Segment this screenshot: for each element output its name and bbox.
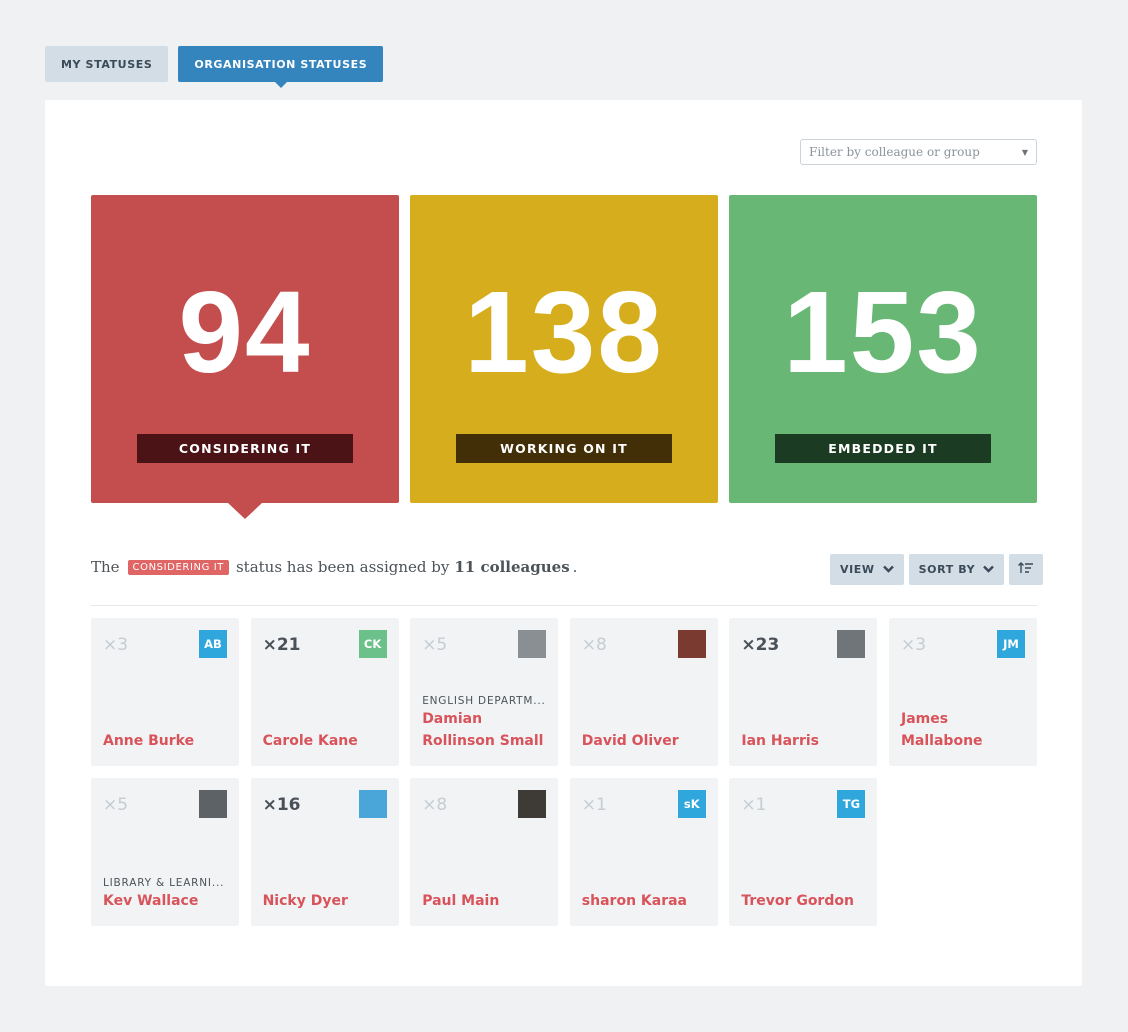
avatar <box>518 790 547 818</box>
summary-text: status has been assigned by <box>235 558 450 576</box>
colleague-count: 11 colleagues <box>454 558 570 576</box>
stat-working-on-it[interactable]: 138 WORKING ON IT <box>410 195 718 503</box>
sort-order-icon <box>1018 562 1034 577</box>
avatar: CK <box>358 630 387 658</box>
view-button[interactable]: VIEW <box>830 554 904 585</box>
stat-value: 138 <box>464 267 664 397</box>
stat-value: 94 <box>178 267 312 397</box>
status-summary: The CONSIDERING IT status has been assig… <box>91 558 577 576</box>
colleague-group: ENGLISH DEPARTM... <box>422 695 546 707</box>
avatar: sK <box>677 790 706 818</box>
avatar <box>837 630 866 658</box>
filter-placeholder: Filter by colleague or group <box>809 145 980 159</box>
colleague-group: LIBRARY & LEARNI... <box>103 877 225 889</box>
status-count: ×3 <box>103 635 129 655</box>
colleague-name[interactable]: Trevor Gordon <box>741 890 871 912</box>
chevron-down-icon <box>882 563 894 576</box>
stat-embedded-it[interactable]: 153 EMBEDDED IT <box>729 195 1037 503</box>
colleague-name[interactable]: Kev Wallace <box>103 890 233 912</box>
colleague-name[interactable]: Paul Main <box>422 890 552 912</box>
colleague-card[interactable]: ×23 Ian Harris <box>729 618 878 766</box>
status-count: ×8 <box>581 635 607 655</box>
colleague-card[interactable]: ×3 JM James Mallabone <box>889 618 1037 766</box>
tab-my-statuses[interactable]: MY STATUSES <box>45 46 169 82</box>
stat-label: EMBEDDED IT <box>775 434 991 463</box>
colleague-card[interactable]: ×5 ENGLISH DEPARTM... Damian Rollinson Sma… <box>410 618 559 766</box>
summary-suffix: . <box>572 558 578 576</box>
avatar: TG <box>837 790 866 818</box>
avatar: AB <box>199 630 227 658</box>
avatar <box>358 790 387 818</box>
status-count: ×5 <box>422 635 448 655</box>
colleague-name[interactable]: Nicky Dyer <box>263 890 393 912</box>
sort-order-button[interactable] <box>1009 554 1044 585</box>
colleague-name[interactable]: sharon Karaa <box>582 890 712 912</box>
colleague-card[interactable]: ×5 LIBRARY & LEARNI... Kev Wallace <box>91 778 239 926</box>
status-count: ×21 <box>262 635 301 655</box>
colleague-card[interactable]: ×8 Paul Main <box>410 778 559 926</box>
status-count: ×8 <box>422 795 448 815</box>
colleague-name[interactable]: Damian Rollinson Small <box>422 708 552 752</box>
avatar <box>199 790 227 818</box>
colleague-card[interactable]: ×8 David Oliver <box>569 618 718 766</box>
status-badge: CONSIDERING IT <box>127 559 229 575</box>
avatar: JM <box>997 630 1025 658</box>
summary-prefix: The <box>91 558 120 576</box>
status-count: ×16 <box>262 795 301 815</box>
colleague-card[interactable]: ×3 AB Anne Burke <box>91 618 239 766</box>
status-count: ×1 <box>581 795 607 815</box>
stat-considering-it[interactable]: 94 CONSIDERING IT <box>91 195 399 519</box>
colleague-name[interactable]: Ian Harris <box>741 730 871 752</box>
colleague-name[interactable]: David Oliver <box>582 730 712 752</box>
divider <box>91 605 1037 606</box>
tab-organisation-statuses[interactable]: ORGANISATION STATUSES <box>178 46 384 88</box>
colleague-filter-select[interactable]: Filter by colleague or group ▼ <box>800 139 1037 165</box>
stat-label: WORKING ON IT <box>456 434 672 463</box>
avatar <box>677 630 706 658</box>
view-label: VIEW <box>840 563 875 576</box>
stat-label: CONSIDERING IT <box>137 434 353 463</box>
status-count: ×5 <box>103 795 129 815</box>
chevron-down-icon <box>983 563 995 576</box>
status-count: ×3 <box>901 635 927 655</box>
status-tabs: MY STATUSES ORGANISATION STATUSES <box>45 46 384 88</box>
caret-down-icon: ▼ <box>1021 148 1028 157</box>
list-controls: VIEW SORT BY <box>830 554 1044 585</box>
colleague-card[interactable]: ×1 sK sharon Karaa <box>569 778 718 926</box>
colleague-card[interactable]: ×21 CK Carole Kane <box>250 618 399 766</box>
colleague-name[interactable]: James Mallabone <box>901 708 1031 752</box>
status-count: ×1 <box>741 795 767 815</box>
colleague-name[interactable]: Carole Kane <box>263 730 393 752</box>
colleague-name[interactable]: Anne Burke <box>103 730 233 752</box>
avatar <box>518 630 547 658</box>
stat-value: 153 <box>783 267 983 397</box>
statuses-panel: Filter by colleague or group ▼ 94 CONSID… <box>45 100 1082 986</box>
sort-by-label: SORT BY <box>918 563 976 576</box>
colleague-card[interactable]: ×1 TG Trevor Gordon <box>729 778 878 926</box>
sort-by-button[interactable]: SORT BY <box>908 554 1005 585</box>
status-count: ×23 <box>741 635 780 655</box>
colleague-card[interactable]: ×16 Nicky Dyer <box>250 778 399 926</box>
